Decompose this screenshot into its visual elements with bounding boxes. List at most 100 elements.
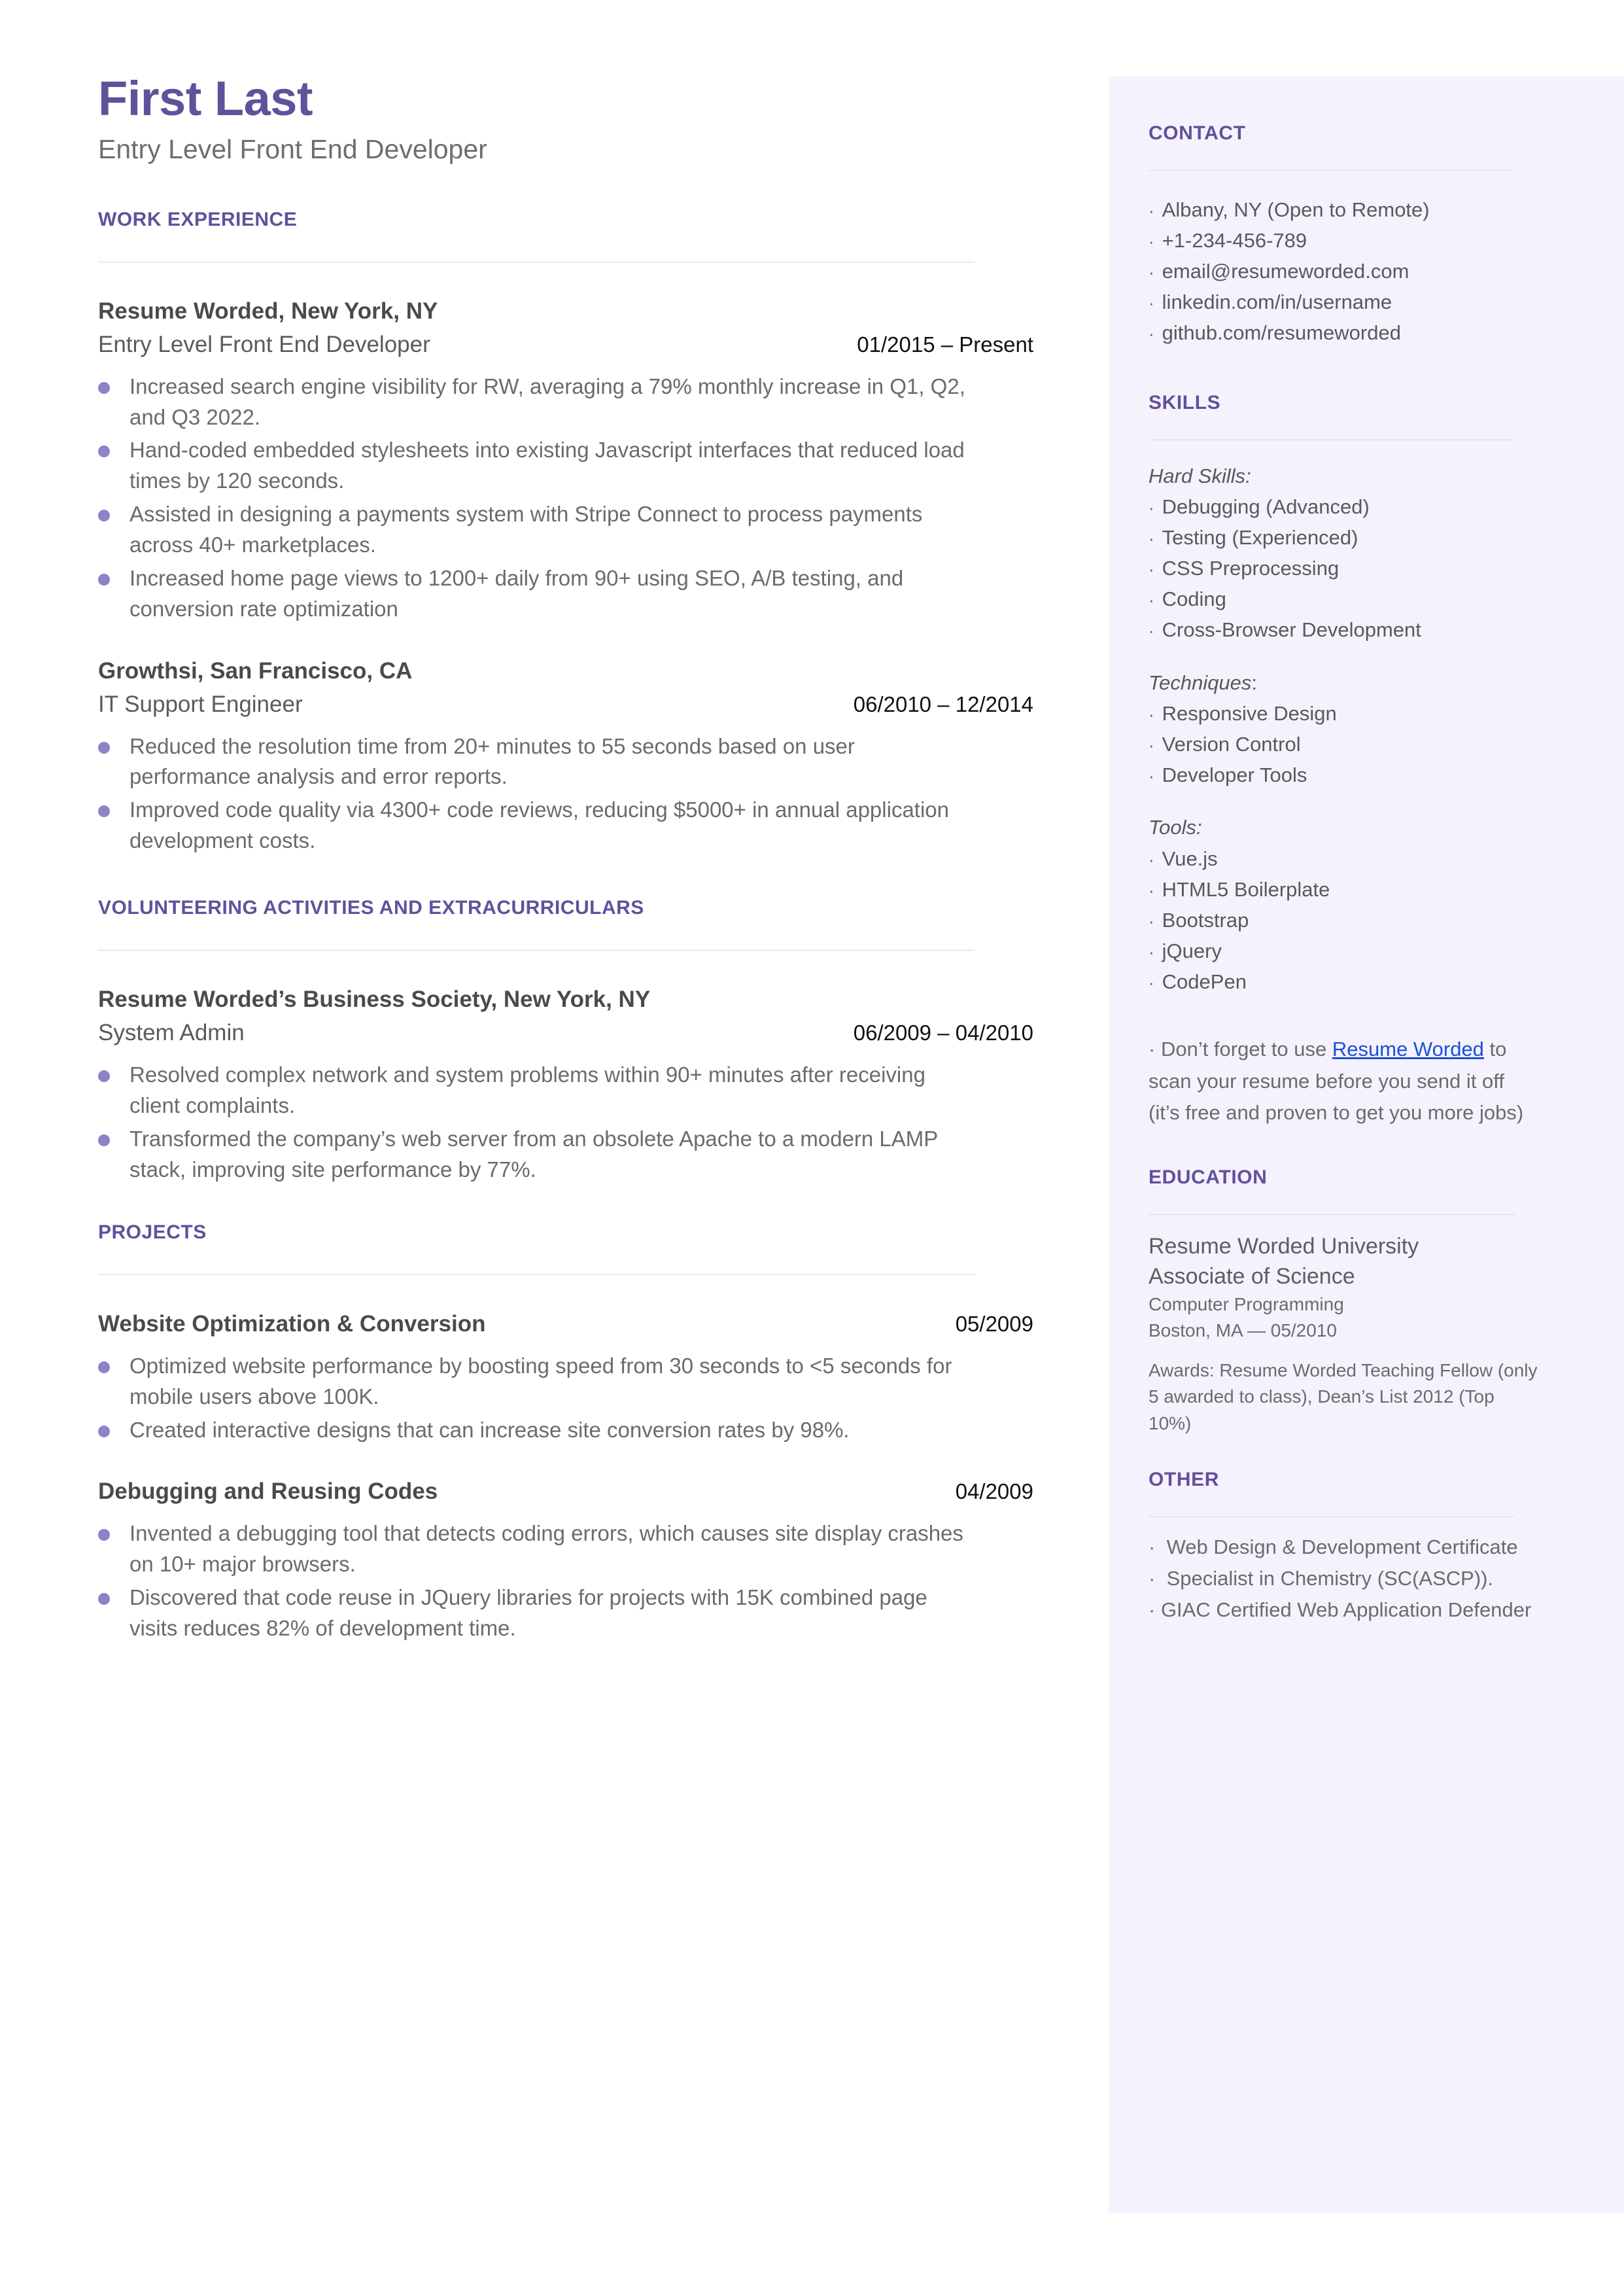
volunteer-bullet-list: Resolved complex network and system prob… (98, 1060, 1040, 1185)
skills-group-label-text: Hard Skills: (1149, 464, 1251, 487)
bullet-dot-icon: · (1149, 705, 1154, 725)
skill-item: Cross-Browser Development (1162, 618, 1421, 642)
promo-text-before: Don’t forget to use (1160, 1038, 1332, 1061)
volunteer-organization: Resume Worded’s Business Society, New Yo… (98, 986, 651, 1012)
skills-group-label-text: Tools: (1149, 816, 1202, 839)
list-item: · Responsive Design (1149, 698, 1541, 729)
bullet-dot-icon: · (1149, 911, 1154, 932)
project-name: Website Optimization & Conversion (98, 1311, 486, 1337)
skill-item: Developer Tools (1162, 763, 1307, 787)
job-date: 01/2015 – Present (857, 332, 1033, 357)
work-entry: Resume Worded, New York, NY Entry Level … (98, 296, 1040, 625)
education-degree: Associate of Science (1149, 1263, 1355, 1289)
other-item: Specialist in Chemistry (SC(ASCP)). (1166, 1566, 1494, 1590)
job-organization: Growthsi, San Francisco, CA (98, 657, 413, 684)
resume-worded-link[interactable]: Resume Worded (1332, 1038, 1484, 1060)
contact-linkedin[interactable]: linkedin.com/in/username (1162, 287, 1392, 317)
bullet-text: Improved code quality via 4300+ code rev… (130, 797, 950, 853)
sidebar-content: CONTACT · Albany, NY (Open to Remote) · +1… (1149, 77, 1541, 1626)
bullet-text: Increased search engine visibility for R… (130, 374, 965, 429)
bullet-dot-icon (98, 1425, 110, 1437)
project-entry: Debugging and Reusing Codes 04/2009 Inve… (98, 1477, 1040, 1643)
list-item: · Debugging (Advanced) (1149, 491, 1541, 522)
education-awards: Awards: Resume Worded Teaching Fellow (o… (1149, 1359, 1538, 1433)
list-item: Resolved complex network and system prob… (98, 1060, 1040, 1121)
list-item: · Coding (1149, 584, 1541, 614)
bullet-text: Discovered that code reuse in JQuery lib… (130, 1585, 927, 1640)
list-item: Invented a debugging tool that detects c… (98, 1518, 1040, 1580)
project-entry: Website Optimization & Conversion 05/200… (98, 1309, 1040, 1445)
job-bullet-list: Increased search engine visibility for R… (98, 372, 1040, 625)
skill-item: CodePen (1162, 970, 1247, 994)
list-item: · GIAC Certified Web Application Defende… (1149, 1598, 1532, 1621)
list-item: · Bootstrap (1149, 905, 1541, 936)
bullet-dot-icon: · (1149, 529, 1154, 549)
section-heading-skills: SKILLS (1149, 391, 1221, 413)
skills-group-label-suffix: : (1251, 671, 1258, 694)
list-item: · linkedin.com/in/username (1149, 287, 1541, 317)
candidate-tagline: Entry Level Front End Developer (98, 134, 487, 165)
contact-list: · Albany, NY (Open to Remote) · +1-234-456… (1149, 194, 1541, 349)
bullet-dot-icon: · (1149, 1038, 1156, 1061)
bullet-dot-icon: · (1149, 498, 1154, 518)
candidate-name: First Last (98, 71, 313, 126)
bullet-dot-icon (98, 1134, 110, 1146)
list-item: Increased home page views to 1200+ daily… (98, 563, 1040, 625)
list-item: · Albany, NY (Open to Remote) (1149, 194, 1541, 225)
list-item: · HTML5 Boilerplate (1149, 874, 1541, 905)
work-entry: Growthsi, San Francisco, CA IT Support E… (98, 656, 1040, 856)
bullet-dot-icon (98, 446, 110, 458)
job-date: 06/2010 – 12/2014 (853, 692, 1033, 717)
bullet-dot-icon: · (1149, 849, 1154, 869)
bullet-dot-icon: · (1149, 942, 1154, 962)
bullet-text: Resolved complex network and system prob… (130, 1062, 925, 1117)
bullet-dot-icon (98, 1361, 110, 1373)
job-organization: Resume Worded, New York, NY (98, 298, 438, 324)
techniques-list: · Responsive Design · Version Control · Dev… (1149, 698, 1541, 790)
skill-item: CSS Preprocessing (1162, 557, 1339, 580)
bullet-text: Created interactive designs that can inc… (130, 1417, 850, 1442)
contact-email[interactable]: email@resumeworded.com (1162, 256, 1409, 287)
skill-item: Version Control (1162, 733, 1301, 756)
bullet-dot-icon: · (1149, 262, 1154, 283)
section-heading-work-experience: WORK EXPERIENCE (98, 208, 298, 230)
bullet-dot-icon (98, 573, 110, 586)
bullet-dot-icon (98, 1592, 110, 1605)
contact-phone[interactable]: +1-234-456-789 (1162, 225, 1307, 256)
skill-item: Coding (1162, 587, 1226, 611)
skills-group-label: Techniques: (1149, 668, 1541, 699)
other-list: · Web Design & Development Certificate ·… (1149, 1532, 1541, 1626)
project-bullet-list: Invented a debugging tool that detects c… (98, 1518, 1040, 1643)
skill-item: Bootstrap (1162, 909, 1249, 932)
bullet-text: Increased home page views to 1200+ daily… (130, 565, 904, 621)
list-item: · github.com/resumeworded (1149, 317, 1541, 348)
contact-github[interactable]: github.com/resumeworded (1162, 317, 1401, 348)
list-item: Optimized website performance by boostin… (98, 1351, 1040, 1412)
bullet-dot-icon: · (1149, 735, 1154, 756)
list-item: Assisted in designing a payments system … (98, 499, 1040, 561)
other-item: Web Design & Development Certificate (1166, 1535, 1518, 1558)
bullet-dot-icon (98, 1528, 110, 1541)
volunteering-entry: Resume Worded’s Business Society, New Yo… (98, 985, 1040, 1185)
bullet-dot-icon: · (1149, 201, 1154, 220)
list-item: · +1-234-456-789 (1149, 225, 1541, 256)
project-date: 05/2009 (955, 1312, 1033, 1337)
list-item: · Cross-Browser Development (1149, 614, 1541, 645)
list-item: Transformed the company’s web server fro… (98, 1124, 1040, 1185)
bullet-dot-icon: · (1149, 293, 1154, 313)
job-title: IT Support Engineer (98, 692, 303, 718)
other-item: GIAC Certified Web Application Defender (1160, 1598, 1532, 1621)
bullet-dot-icon (98, 510, 110, 522)
list-item: · Testing (Experienced) (1149, 522, 1541, 553)
bullet-dot-icon (98, 741, 110, 754)
bullet-dot-icon: · (1149, 621, 1154, 641)
education-location-date: Boston, MA — 05/2010 (1149, 1320, 1337, 1340)
contact-location: Albany, NY (Open to Remote) (1162, 198, 1430, 221)
list-item: · Specialist in Chemistry (SC(ASCP)). (1149, 1566, 1494, 1590)
list-item: · email@resumeworded.com (1149, 256, 1541, 287)
bullet-text: Assisted in designing a payments system … (130, 502, 923, 557)
skills-group-label: Tools: (1149, 813, 1541, 843)
skill-item: Debugging (Advanced) (1162, 495, 1370, 519)
bullet-dot-icon (98, 381, 110, 394)
bullet-text: Invented a debugging tool that detects c… (130, 1520, 963, 1576)
